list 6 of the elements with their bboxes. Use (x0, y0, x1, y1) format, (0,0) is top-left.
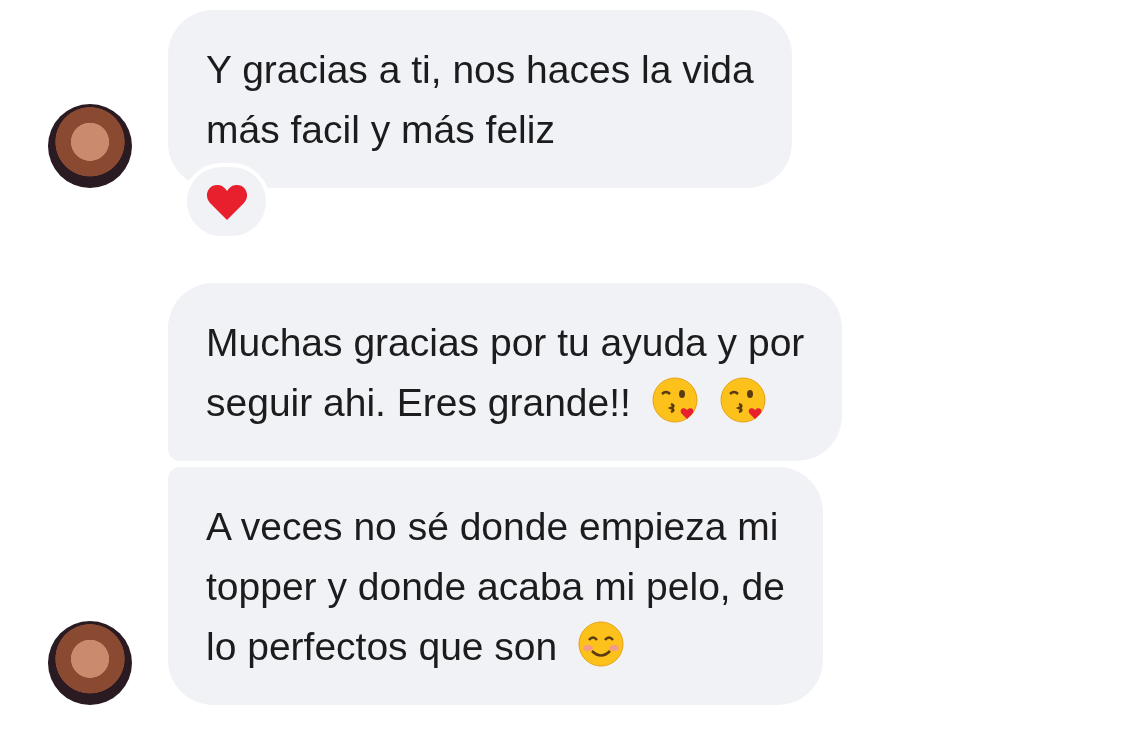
kissing-face-icon (650, 376, 699, 424)
message-bubble: A veces no sé donde empieza mi topper y donde acaba mi pelo, de lo perfectos que son (168, 467, 823, 705)
message-bubble: Muchas gracias por tu ayuda y por seguir ahi. Eres grande!! (168, 283, 843, 461)
heart-icon (205, 182, 248, 221)
smiling-face-icon (577, 620, 626, 668)
kissing-face-icon (718, 376, 767, 424)
